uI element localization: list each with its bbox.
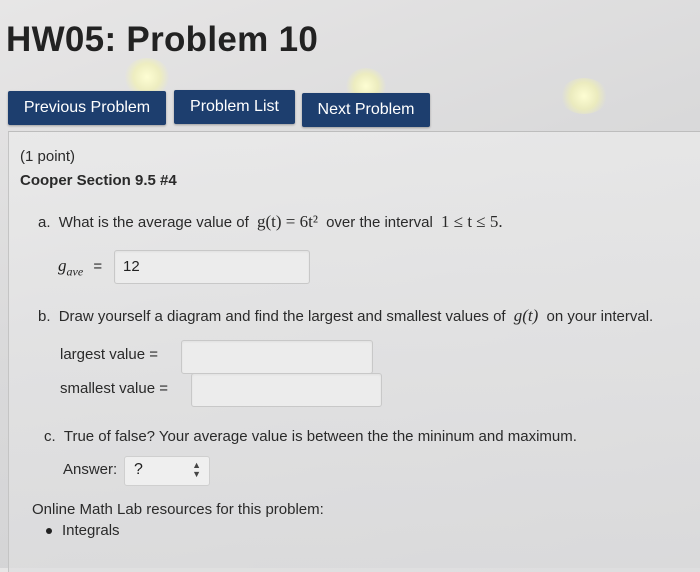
average-label: gave [58, 256, 87, 279]
bullet-icon [46, 528, 52, 535]
resource-link-integrals[interactable]: Integrals [62, 522, 120, 539]
true-false-select[interactable]: ? ▲ ▼ [124, 456, 210, 486]
largest-value-input[interactable] [181, 340, 373, 374]
next-problem-button[interactable]: Next Problem [302, 93, 430, 127]
average-value-input[interactable]: 12 [114, 250, 310, 284]
part-c-letter: c. [44, 428, 56, 445]
resource-list-item[interactable]: Integrals [46, 522, 120, 539]
problem-source: Cooper Section 9.5 #4 [20, 172, 177, 189]
average-label-subscript: ave [66, 264, 84, 279]
part-a-letter: a. [38, 214, 51, 231]
part-b-text: Draw yourself a diagram and find the lar… [58, 308, 506, 325]
smallest-value-input[interactable] [191, 373, 382, 407]
part-b-function: g(t) [513, 306, 539, 325]
true-false-value: ? [134, 461, 143, 478]
select-arrows-icon: ▲ ▼ [192, 460, 201, 479]
previous-problem-button[interactable]: Previous Problem [8, 91, 166, 125]
part-a-answer-row: gave = [58, 256, 102, 279]
part-a-function: g(t) = 6t² [256, 212, 318, 231]
equals-sign: = [93, 258, 103, 275]
problem-list-button[interactable]: Problem List [174, 90, 295, 124]
part-c-question: c. True of false? Your average value is … [44, 428, 577, 445]
page-title: HW05: Problem 10 [6, 20, 319, 59]
part-a-question: a. What is the average value of g(t) = 6… [38, 212, 503, 232]
part-a-text-mid: over the interval [326, 214, 433, 231]
answer-label: Answer: [63, 461, 118, 478]
largest-value-label: largest value = [60, 346, 158, 363]
smallest-value-label: smallest value = [60, 380, 168, 397]
part-b-question: b. Draw yourself a diagram and find the … [38, 306, 653, 326]
part-a-interval: 1 ≤ t ≤ 5. [441, 212, 503, 231]
part-a-text: What is the average value of [58, 214, 249, 231]
average-label-symbol: g [58, 256, 67, 275]
problem-navigation: Previous Problem Problem List Next Probl… [0, 88, 700, 128]
average-value: 12 [123, 258, 140, 275]
part-b-text-after: on your interval. [546, 308, 654, 325]
resources-heading: Online Math Lab resources for this probl… [32, 501, 324, 518]
part-b-letter: b. [38, 308, 51, 325]
points-label: (1 point) [20, 148, 76, 165]
part-c-text: True of false? Your average value is bet… [63, 428, 577, 445]
